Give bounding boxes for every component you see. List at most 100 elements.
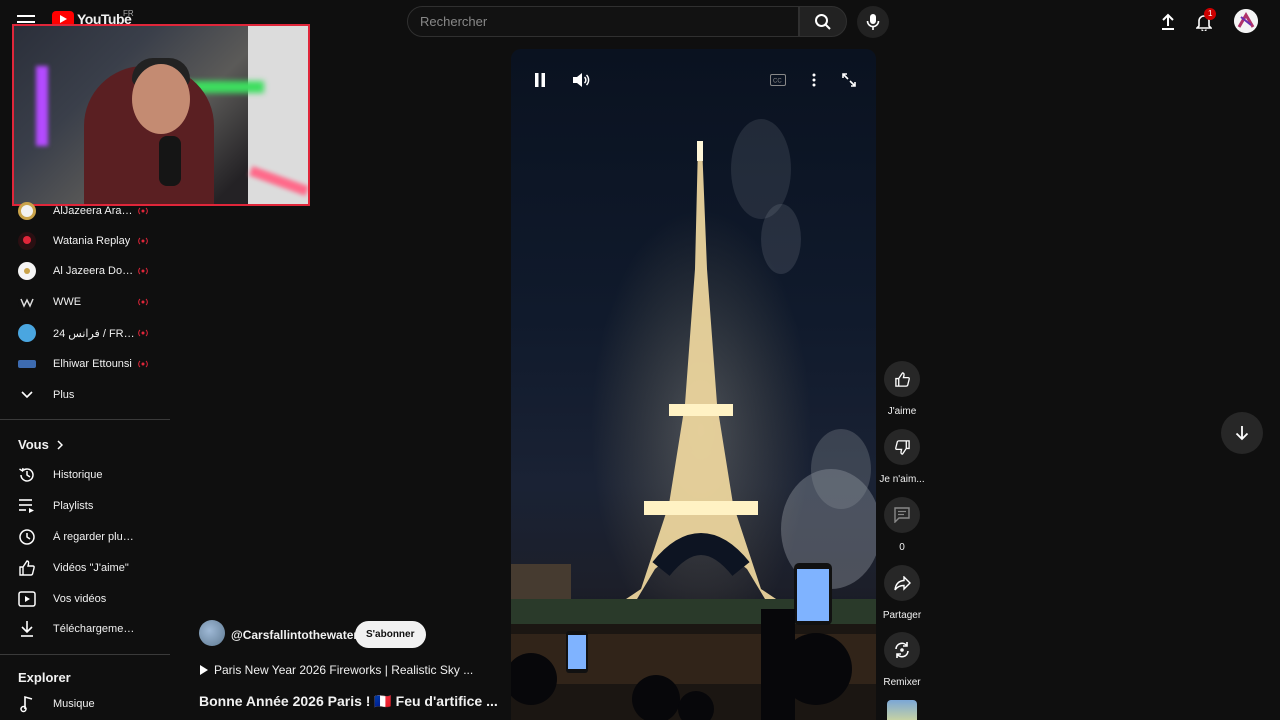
short-title: Bonne Année 2026 Paris ! 🇫🇷 Feu d'artifi… (199, 693, 498, 709)
sidebar-item-label: À regarder plus tard (53, 531, 137, 543)
short-video-player[interactable]: CC (511, 49, 876, 720)
channel-name[interactable]: @Carsfallintothewater (231, 628, 358, 642)
live-icon (138, 237, 148, 245)
sidebar-item-playlists[interactable]: Playlists (0, 491, 170, 521)
sidebar-item-subscription[interactable]: AlJazeera Arabic... (0, 196, 170, 226)
like-action[interactable]: J'aime (877, 361, 927, 417)
pause-icon (535, 73, 545, 87)
sidebar-item-label: Vidéos "J'aime" (53, 562, 129, 574)
channel-avatar (17, 261, 37, 281)
sidebar-item-your-videos[interactable]: Vos vidéos (0, 584, 170, 614)
account-avatar[interactable] (1234, 9, 1258, 33)
remix-label: Remixer (883, 677, 921, 688)
live-icon (138, 267, 148, 275)
webcam-overlay (12, 24, 310, 206)
sound-thumbnail[interactable] (887, 700, 917, 720)
comments-button[interactable] (884, 497, 920, 533)
music-icon (17, 694, 37, 714)
dislike-button[interactable] (884, 429, 920, 465)
sidebar-divider (0, 654, 170, 655)
dislike-label: Je n'aim... (879, 474, 925, 485)
channel-avatar (17, 323, 37, 343)
more-options-button[interactable] (803, 69, 825, 91)
chevron-down-icon (17, 385, 37, 405)
microphone-icon (866, 14, 880, 30)
upload-button[interactable] (1156, 10, 1180, 34)
share-action[interactable]: Partager (877, 565, 927, 621)
search-box (407, 6, 799, 37)
playlist-icon (17, 496, 37, 516)
channel-avatar (17, 231, 37, 251)
captions-button[interactable]: CC (767, 69, 789, 91)
sidebar-item-subscription[interactable]: Elhiwar Ettounsi (0, 349, 170, 379)
sidebar-item-label: Musique (53, 698, 95, 710)
sidebar-item-label: Playlists (53, 500, 94, 512)
play-icon (200, 665, 208, 675)
thumbs-down-icon (894, 439, 910, 455)
video-icon (17, 589, 37, 609)
sidebar-item-label: Elhiwar Ettounsi (53, 358, 132, 370)
sidebar-item-liked-videos[interactable]: Vidéos "J'aime" (0, 553, 170, 583)
volume-button[interactable] (570, 69, 592, 91)
download-icon (17, 619, 37, 639)
sidebar-item-label: Watania Replay (53, 235, 131, 247)
captions-icon: CC (770, 74, 786, 86)
more-vert-icon (812, 73, 816, 87)
channel-avatar (17, 292, 37, 312)
svg-text:CC: CC (773, 79, 782, 85)
sidebar-item-downloads[interactable]: Téléchargements (0, 614, 170, 644)
search-input[interactable] (408, 7, 798, 36)
remix-icon (895, 642, 909, 658)
comments-action[interactable]: 0 (877, 497, 927, 553)
pause-button[interactable] (529, 69, 551, 91)
sidebar-divider (0, 419, 170, 420)
channel-avatar (17, 201, 37, 221)
remix-action[interactable]: Remixer (877, 632, 927, 688)
upload-icon (1162, 13, 1174, 30)
sidebar-item-history[interactable]: Historique (0, 460, 170, 490)
sidebar-item-subscription[interactable]: Watania Replay (0, 226, 170, 256)
channel-avatar (17, 354, 37, 374)
music-title: Paris New Year 2026 Fireworks | Realisti… (214, 663, 474, 677)
music-link[interactable]: Paris New Year 2026 Fireworks | Realisti… (199, 663, 473, 677)
sidebar-item-label: Vos vidéos (53, 593, 107, 605)
sidebar-item-label: Plus (53, 389, 75, 401)
sidebar-item-subscription[interactable]: Al Jazeera Docu... (0, 256, 170, 286)
like-button[interactable] (884, 361, 920, 397)
channel-avatar[interactable] (199, 620, 225, 646)
volume-icon (573, 73, 590, 87)
comment-icon (894, 507, 910, 523)
sidebar-item-watch-later[interactable]: À regarder plus tard (0, 522, 170, 552)
search-icon (815, 13, 831, 30)
share-icon (893, 575, 911, 591)
remix-button[interactable] (884, 632, 920, 668)
notifications-button[interactable]: 1 (1192, 8, 1217, 34)
search-button[interactable] (799, 6, 847, 37)
like-label: J'aime (887, 406, 917, 417)
arrow-down-icon (1235, 426, 1249, 441)
channel-row[interactable] (199, 620, 225, 646)
voice-search-button[interactable] (857, 6, 889, 38)
share-button[interactable] (884, 565, 920, 601)
subscribe-button[interactable]: S'abonner (355, 621, 426, 648)
live-icon (138, 207, 148, 215)
comments-count: 0 (899, 542, 905, 553)
notification-badge: 1 (1204, 8, 1217, 20)
sidebar-item-subscription[interactable]: WWE (0, 287, 170, 317)
sidebar-more-button[interactable]: Plus (0, 380, 170, 410)
fullscreen-button[interactable] (838, 69, 860, 91)
explore-section-title: Explorer (18, 670, 71, 685)
sidebar-item-label: AlJazeera Arabic... (53, 205, 137, 217)
next-short-button[interactable] (1221, 412, 1263, 454)
sidebar-item-label: Al Jazeera Docu... (53, 265, 137, 277)
sidebar-item-music[interactable]: Musique (0, 689, 170, 719)
sidebar-item-subscription[interactable]: 24 فرانس / FRANC... (0, 318, 170, 348)
logo-country: FR (123, 9, 134, 18)
share-label: Partager (882, 610, 922, 621)
thumbs-up-icon (894, 371, 910, 387)
you-section-header[interactable]: Vous (18, 437, 63, 452)
clock-icon (17, 527, 37, 547)
live-icon (138, 298, 148, 306)
live-icon (138, 360, 148, 368)
dislike-action[interactable]: Je n'aim... (877, 429, 927, 485)
